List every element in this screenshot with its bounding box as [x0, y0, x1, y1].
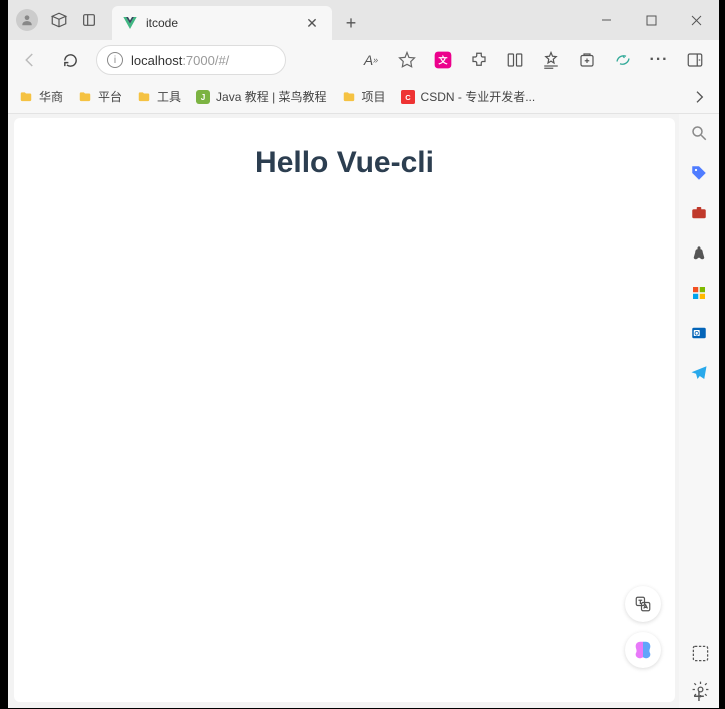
folder-icon — [341, 90, 357, 104]
bottom-right-icons — [689, 642, 711, 700]
url-host: localhost — [131, 53, 182, 68]
sidebar-toggle-icon[interactable] — [685, 50, 705, 70]
browser-window: itcode ✕ + i localhost:7000/#/ A» 文 ··· — [8, 0, 719, 708]
copilot-float-button[interactable] — [625, 632, 661, 668]
url-text: localhost:7000/#/ — [131, 53, 229, 68]
toolbar: i localhost:7000/#/ A» 文 ··· — [8, 40, 719, 80]
site-info-icon[interactable]: i — [107, 52, 123, 68]
bookmark-label: 项目 — [362, 88, 386, 105]
workspaces-icon[interactable] — [50, 11, 68, 29]
page-heading: Hello Vue-cli — [255, 146, 434, 702]
content-area: Hello Vue-cli O + — [8, 114, 719, 708]
outlook-icon[interactable]: O — [688, 322, 710, 344]
window-controls — [584, 0, 719, 40]
performance-icon[interactable] — [613, 50, 633, 70]
bookmarks-bar: 华商 平台 工具 J Java 教程 | 菜鸟教程 项目 C CSDN - 专业开发… — [8, 80, 719, 114]
runoob-favicon-icon: J — [195, 90, 211, 104]
svg-text:J: J — [201, 92, 206, 101]
back-button[interactable] — [16, 46, 44, 74]
browser-tab[interactable]: itcode ✕ — [112, 6, 332, 40]
bookmark-item[interactable]: J Java 教程 | 菜鸟教程 — [195, 88, 326, 105]
svg-text:C: C — [405, 92, 411, 101]
office-icon[interactable] — [688, 282, 710, 304]
bookmark-label: Java 教程 | 菜鸟教程 — [216, 88, 326, 105]
titlebar: itcode ✕ + — [8, 0, 719, 40]
bookmarks-overflow-icon[interactable] — [689, 87, 709, 107]
svg-text:文: 文 — [438, 54, 448, 65]
tools-icon[interactable] — [688, 202, 710, 224]
settings-gear-icon[interactable] — [689, 678, 711, 700]
games-icon[interactable] — [688, 242, 710, 264]
screenshot-icon[interactable] — [689, 642, 711, 664]
bookmark-folder[interactable]: 项目 — [341, 88, 386, 105]
edge-sidebar: O + — [679, 114, 719, 708]
minimize-button[interactable] — [584, 0, 629, 40]
bookmark-label: CSDN - 专业开发者... — [421, 88, 536, 105]
bookmark-folder[interactable]: 工具 — [136, 88, 181, 105]
url-path: :7000/#/ — [182, 53, 229, 68]
close-window-button[interactable] — [674, 0, 719, 40]
refresh-button[interactable] — [56, 46, 84, 74]
page-viewport: Hello Vue-cli — [14, 118, 675, 702]
favorites-star-icon[interactable] — [397, 50, 417, 70]
tab-title: itcode — [146, 16, 294, 30]
split-screen-icon[interactable] — [505, 50, 525, 70]
bookmark-label: 华商 — [39, 88, 63, 105]
translate-float-button[interactable] — [625, 586, 661, 622]
csdn-favicon-icon: C — [400, 90, 416, 104]
shopping-tag-icon[interactable] — [688, 162, 710, 184]
translate-badge-icon[interactable]: 文 — [433, 50, 453, 70]
reader-mode-icon[interactable]: A» — [361, 50, 381, 70]
folder-icon — [18, 90, 34, 104]
favorites-list-icon[interactable] — [541, 50, 561, 70]
bookmark-folder[interactable]: 华商 — [18, 88, 63, 105]
search-icon[interactable] — [688, 122, 710, 144]
bookmark-label: 平台 — [98, 88, 122, 105]
address-bar[interactable]: i localhost:7000/#/ — [96, 45, 286, 75]
folder-icon — [77, 90, 93, 104]
titlebar-left — [8, 0, 106, 40]
svg-text:O: O — [694, 331, 699, 337]
more-menu-icon[interactable]: ··· — [649, 50, 669, 70]
collections-icon[interactable] — [577, 50, 597, 70]
maximize-button[interactable] — [629, 0, 674, 40]
extensions-icon[interactable] — [469, 50, 489, 70]
folder-icon — [136, 90, 152, 104]
bookmark-item[interactable]: C CSDN - 专业开发者... — [400, 88, 536, 105]
telegram-icon[interactable] — [688, 362, 710, 384]
tab-actions-icon[interactable] — [80, 11, 98, 29]
profile-icon[interactable] — [16, 9, 38, 31]
bookmark-folder[interactable]: 平台 — [77, 88, 122, 105]
bookmark-label: 工具 — [157, 88, 181, 105]
new-tab-button[interactable]: + — [336, 8, 366, 38]
vue-favicon-icon — [122, 15, 138, 31]
close-tab-button[interactable]: ✕ — [302, 15, 322, 32]
toolbar-right: A» 文 ··· — [361, 50, 711, 70]
